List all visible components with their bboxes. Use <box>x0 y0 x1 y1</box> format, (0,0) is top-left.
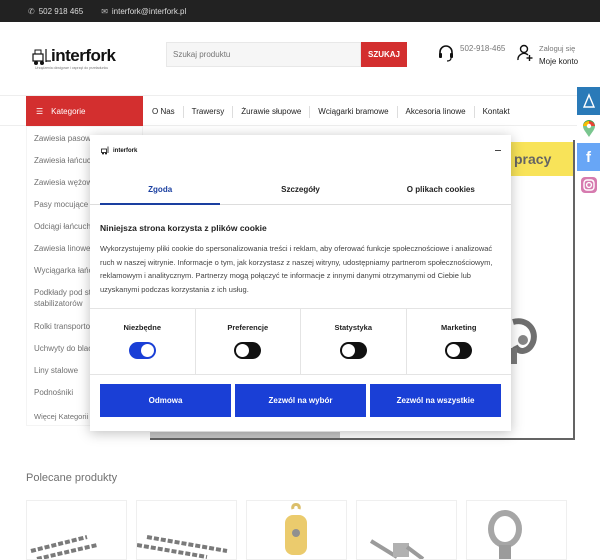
switch-label: Preferencje <box>227 323 269 332</box>
nav-link-kontakt[interactable]: Kontakt <box>475 106 518 118</box>
switch-label: Niezbędne <box>123 323 161 332</box>
switch-label: Marketing <box>441 323 477 332</box>
nav-link-zurawie[interactable]: Żurawie słupowe <box>233 105 311 118</box>
logo-brand: interfork <box>51 46 116 65</box>
cookie-tabs: Zgoda Szczegóły O plikach cookies <box>90 175 511 205</box>
cookie-dialog-logo: interfork <box>101 146 137 155</box>
top-bar: ✆ 502 918 465 ✉ interfork@interfork.pl <box>0 0 600 22</box>
tab-consent[interactable]: Zgoda <box>90 175 230 205</box>
cookie-consent-dialog: interfork ▬▬ Zgoda Szczegóły O plikach c… <box>90 135 511 431</box>
categories-label: Kategorie <box>51 107 86 116</box>
topbar-email[interactable]: ✉ interfork@interfork.pl <box>101 7 186 16</box>
map-link[interactable] <box>577 87 600 115</box>
cookie-buttons: Odmowa Zezwól na wybór Zezwól na wszystk… <box>100 384 501 417</box>
account-link[interactable]: Zaloguj się Moje konto <box>517 44 578 66</box>
login-label: Zaloguj się <box>539 44 576 53</box>
menu-icon: ☰ <box>36 107 44 116</box>
logo-tagline: Urządzenia dźwigowe i osprzęt do przeład… <box>35 66 109 70</box>
search-button[interactable]: SZUKAJ <box>361 42 407 67</box>
tab-details[interactable]: Szczegóły <box>230 175 370 204</box>
deny-button[interactable]: Odmowa <box>100 384 231 417</box>
main-nav: ☰ Kategorie O Nas Trawersy Żurawie słupo… <box>0 95 600 127</box>
header-phone[interactable]: 502-918-465 <box>438 44 505 62</box>
forklift-icon <box>32 49 51 65</box>
header: interfork Urządzenia dźwigowe i osprzęt … <box>0 22 600 95</box>
cookie-dialog-body: Niniejsza strona korzysta z plików cooki… <box>100 223 502 296</box>
preferences-toggle[interactable] <box>234 342 262 359</box>
toggle-knob <box>341 344 355 357</box>
allow-all-button[interactable]: Zezwól na wszystkie <box>370 384 501 417</box>
nav-link-akcesoria[interactable]: Akcesoria linowe <box>398 105 475 118</box>
marketing-toggle[interactable] <box>445 342 473 359</box>
toggle-knob <box>140 344 154 357</box>
cookiebot-badge-icon[interactable]: ▬▬ <box>495 148 501 152</box>
cookie-dialog-header: interfork ▬▬ <box>90 135 511 168</box>
cookie-dialog-text: Wykorzystujemy pliki cookie do spersonal… <box>100 244 493 294</box>
cookie-dialog-title: Niniejsza strona korzysta z plików cooki… <box>100 223 267 233</box>
header-phone-number: 502-918-465 <box>460 44 506 53</box>
map-icon <box>582 93 595 108</box>
forklift-icon <box>101 146 109 155</box>
cookie-switches: Niezbędne Preferencje Statystyka Marketi… <box>90 308 511 375</box>
switch-label: Statystyka <box>334 323 373 332</box>
nav-link-trawersy[interactable]: Trawersy <box>184 105 234 118</box>
switch-preferences: Preferencje <box>196 309 301 374</box>
switch-necessary: Niezbędne <box>90 309 196 374</box>
mail-icon: ✉ <box>101 6 108 16</box>
necessary-toggle[interactable] <box>128 342 156 359</box>
topbar-phone-text: 502 918 465 <box>38 6 84 16</box>
tab-about-cookies[interactable]: O plikach cookies <box>371 175 511 204</box>
cookie-dialog-logo-text: interfork <box>113 147 138 154</box>
categories-button[interactable]: ☰ Kategorie <box>26 96 143 127</box>
headset-icon <box>439 45 453 62</box>
toggle-knob <box>236 344 250 357</box>
toggle-knob <box>447 344 461 357</box>
statistics-toggle[interactable] <box>339 342 367 359</box>
user-add-icon <box>517 44 533 61</box>
search-input[interactable] <box>166 42 361 67</box>
nav-links: O Nas Trawersy Żurawie słupowe Wciągarki… <box>144 96 518 127</box>
phone-icon: ✆ <box>28 6 35 16</box>
search-bar: SZUKAJ <box>166 42 407 67</box>
my-account-label: Moje konto <box>539 57 579 66</box>
topbar-phone[interactable]: ✆ 502 918 465 <box>28 7 83 16</box>
switch-statistics: Statystyka <box>301 309 407 374</box>
switch-marketing: Marketing <box>407 309 512 374</box>
nav-link-wciagarki[interactable]: Wciągarki bramowe <box>310 105 398 118</box>
logo[interactable]: interfork Urządzenia dźwigowe i osprzęt … <box>32 46 116 72</box>
topbar-email-text: interfork@interfork.pl <box>111 6 187 16</box>
nav-link-o-nas[interactable]: O Nas <box>144 105 184 118</box>
allow-selection-button[interactable]: Zezwól na wybór <box>235 384 366 417</box>
